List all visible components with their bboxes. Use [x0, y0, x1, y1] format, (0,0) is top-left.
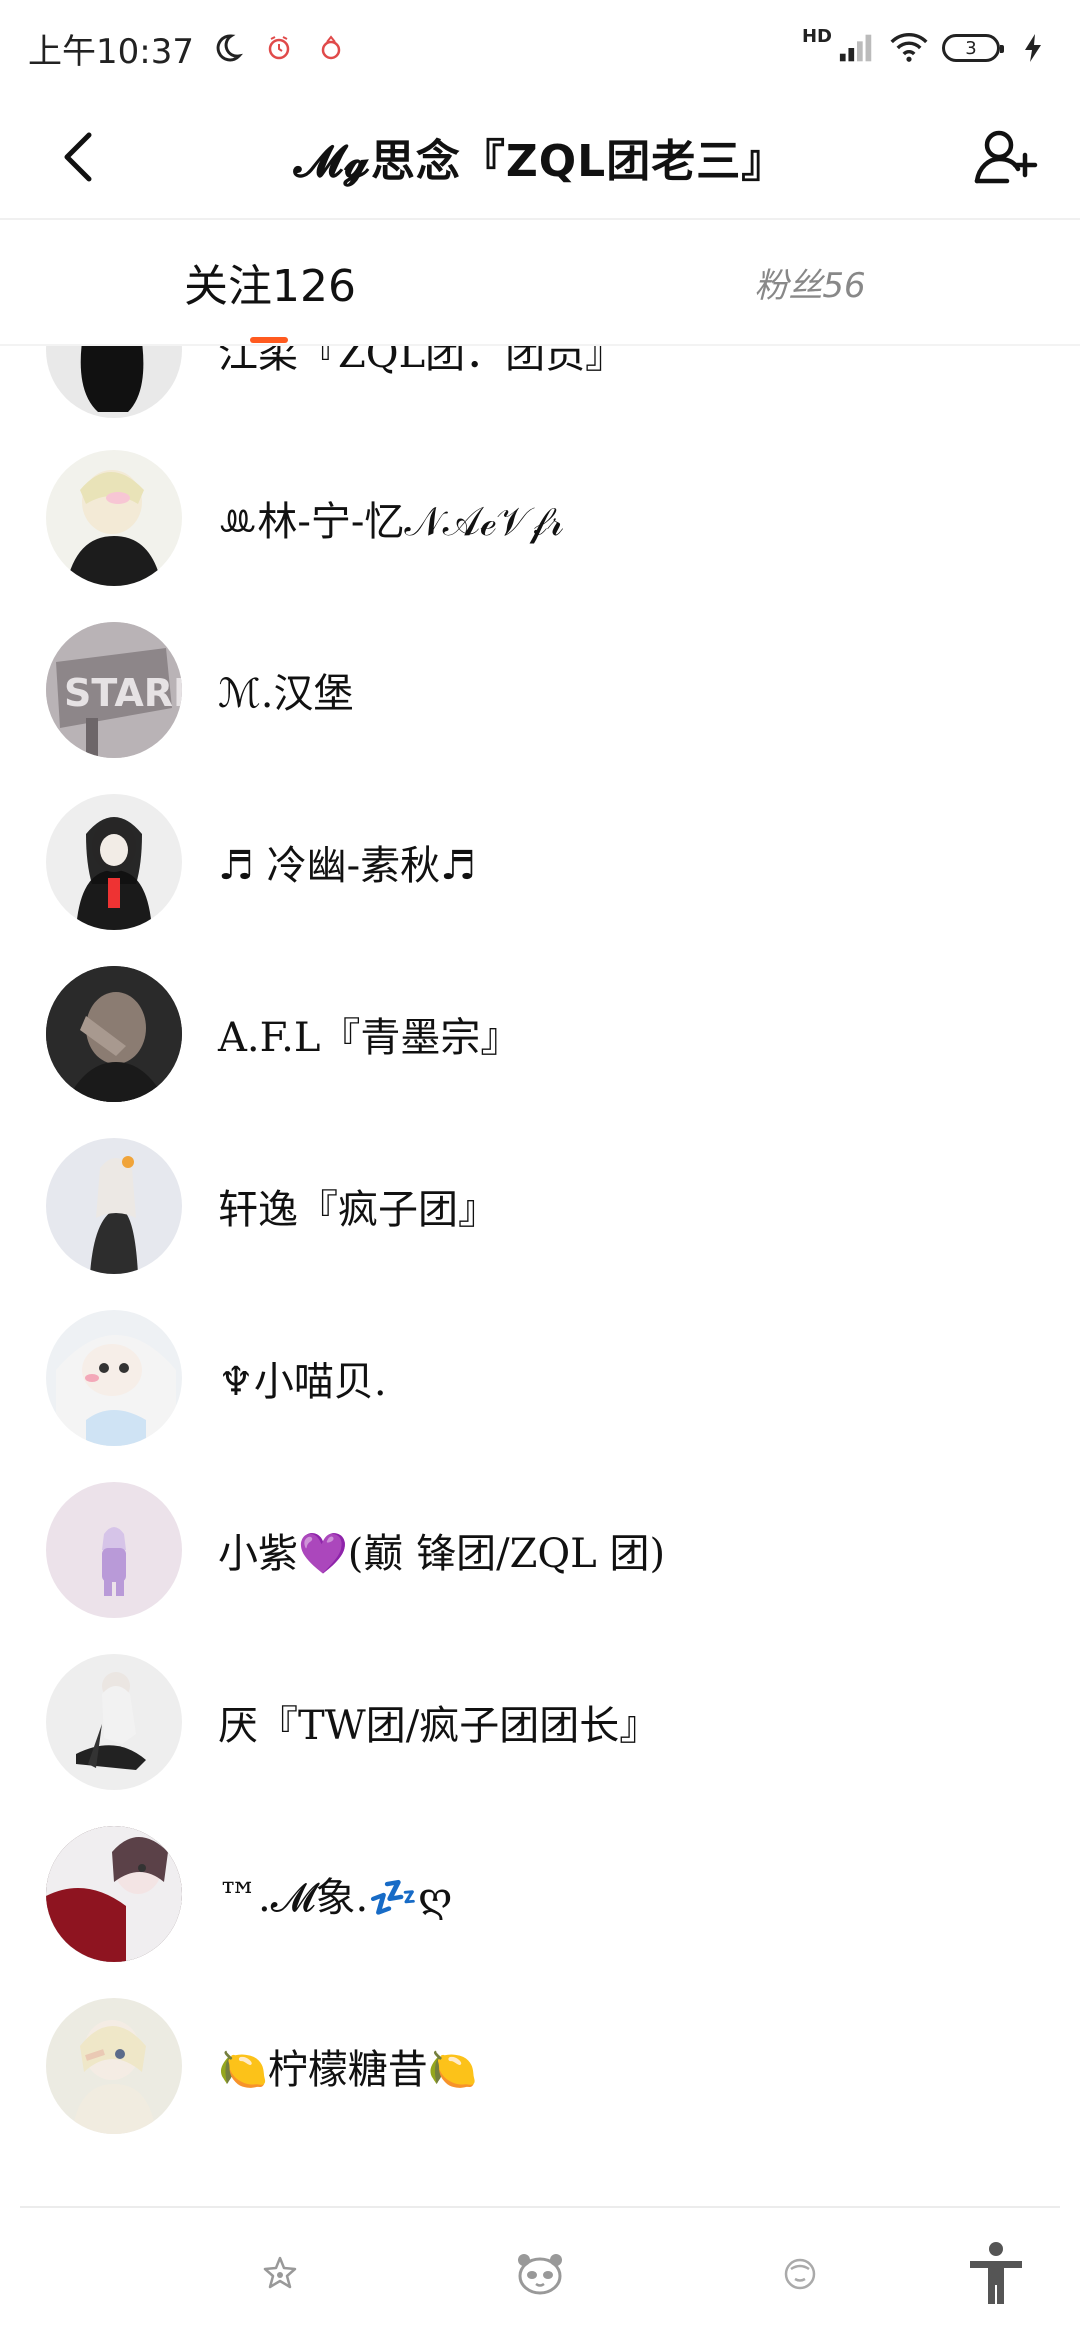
avatar[interactable]	[46, 794, 182, 930]
list-item[interactable]: 江柔『ZQL团．团员』	[0, 346, 1080, 436]
wifi-icon	[890, 29, 928, 67]
avatar[interactable]	[46, 966, 182, 1102]
nav-messages-button[interactable]	[760, 2234, 840, 2314]
user-name: 小紫💜(巅 锋团/ZQL 团)	[218, 1531, 666, 1577]
panda-icon	[518, 2254, 562, 2295]
top-app-bar: 𝓜𝓰思念『ZQL团老三』	[0, 96, 1080, 218]
list-item[interactable]: ꔛ林-宁-忆𝒩𝒜ℯ𝒱𝒻𝓇	[0, 432, 1080, 604]
page-title: 𝓜𝓰思念『ZQL团老三』	[293, 136, 787, 187]
status-time: 上午10:37	[28, 31, 194, 72]
avatar[interactable]	[46, 1482, 182, 1618]
user-name: A.F.L『青墨宗』	[218, 1015, 521, 1061]
battery-level: 3	[965, 37, 977, 59]
nav-community-button[interactable]	[500, 2234, 580, 2314]
list-item[interactable]: 厌『TW团/疯子团团长』	[0, 1636, 1080, 1808]
avatar[interactable]	[46, 1138, 182, 1274]
add-user-button[interactable]	[966, 118, 1046, 198]
user-name: 🍋柠檬糖昔🍋	[218, 2047, 478, 2093]
list-item[interactable]: ♆小喵贝.	[0, 1292, 1080, 1464]
chevron-left-icon	[64, 132, 92, 182]
avatar[interactable]	[46, 1654, 182, 1790]
nav-home-button[interactable]	[240, 2234, 320, 2314]
alarm-app-icon	[260, 29, 298, 67]
moon-icon	[208, 29, 246, 67]
bottom-navigation	[0, 2208, 1080, 2340]
avatar[interactable]	[46, 346, 182, 418]
list-item[interactable]: ♬ 冷幽-素秋♬	[0, 776, 1080, 948]
following-list[interactable]: 江柔『ZQL团．团员』 ꔛ林-宁-忆𝒩𝒜ℯ𝒱𝒻𝓇 STARK ℳ.汉堡 ♬ 冷幽…	[0, 346, 1080, 2206]
user-name: ♬ 冷幽-素秋♬	[218, 843, 476, 889]
user-name: ℳ.汉堡	[218, 671, 354, 717]
list-item[interactable]: ™.𝓜象.💤ღ	[0, 1808, 1080, 1980]
list-item[interactable]: 小紫💜(巅 锋团/ZQL 团)	[0, 1464, 1080, 1636]
sticker-icon	[784, 2258, 816, 2290]
avatar[interactable]	[46, 450, 182, 586]
app-notification-icon	[312, 29, 350, 67]
accessibility-icon	[970, 2242, 1022, 2304]
avatar[interactable]	[46, 1310, 182, 1446]
network-type-label: HD	[801, 25, 832, 47]
flower-icon	[263, 2256, 297, 2289]
back-button[interactable]	[44, 122, 114, 192]
list-item[interactable]: STARK ℳ.汉堡	[0, 604, 1080, 776]
list-item[interactable]: 🍋柠檬糖昔🍋	[0, 1980, 1080, 2152]
svg-text:STARK: STARK	[64, 671, 182, 715]
tab-bar: 关注126 粉丝56	[0, 220, 1080, 344]
tab-following[interactable]: 关注126	[150, 220, 390, 344]
avatar[interactable]: STARK	[46, 622, 182, 758]
signal-icon	[838, 29, 876, 67]
avatar[interactable]	[46, 1998, 182, 2134]
list-item[interactable]: A.F.L『青墨宗』	[0, 948, 1080, 1120]
charging-icon	[1014, 29, 1052, 67]
tab-followers[interactable]: 粉丝56	[690, 220, 930, 344]
user-name: ꔛ林-宁-忆𝒩𝒜ℯ𝒱𝒻𝓇	[218, 499, 564, 545]
user-name: 江柔『ZQL团．团员』	[218, 346, 626, 377]
status-bar: 上午10:37 HD 3	[0, 0, 1080, 96]
user-name: 厌『TW团/疯子团团长』	[218, 1703, 660, 1749]
nav-accessibility-button[interactable]	[956, 2234, 1036, 2314]
avatar[interactable]	[46, 1826, 182, 1962]
active-tab-indicator	[250, 337, 288, 343]
add-user-icon	[974, 130, 1038, 184]
user-name: ♆小喵贝.	[218, 1359, 387, 1405]
user-name: ™.𝓜象.💤ღ	[218, 1875, 453, 1921]
battery-indicator: 3	[942, 34, 1004, 62]
user-name: 轩逸『疯子团』	[218, 1187, 498, 1233]
list-item[interactable]: 轩逸『疯子团』	[0, 1120, 1080, 1292]
